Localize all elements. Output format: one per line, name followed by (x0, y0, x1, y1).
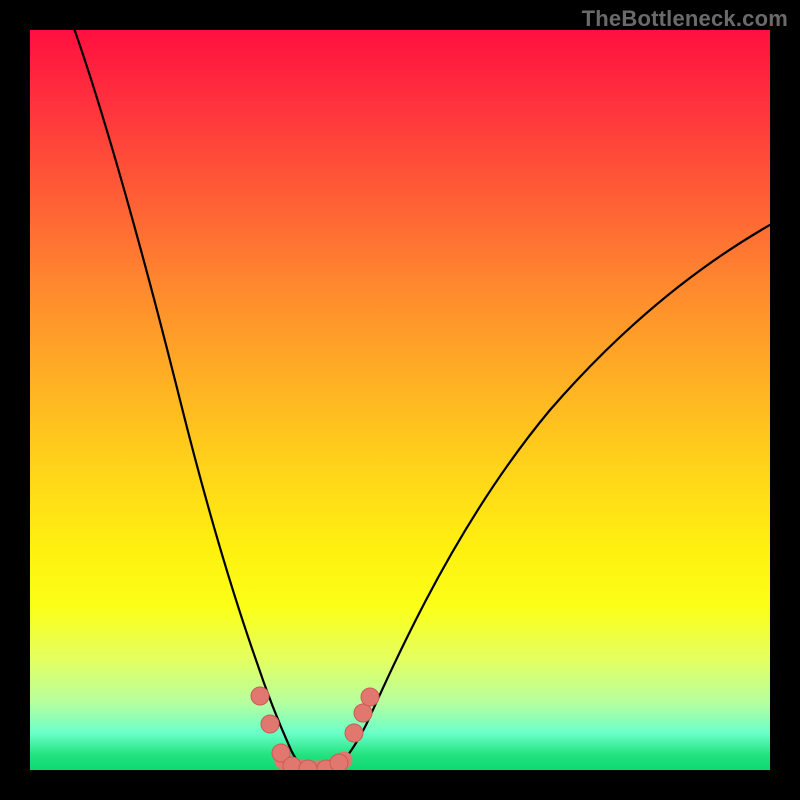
valley-marker (251, 687, 269, 705)
valley-marker (354, 704, 372, 722)
valley-marker (345, 724, 363, 742)
right-branch-path (330, 222, 770, 770)
valley-marker (261, 715, 279, 733)
valley-marker (361, 688, 379, 706)
chart-svg (30, 30, 770, 770)
valley-marker (330, 754, 348, 770)
left-branch-path (71, 30, 307, 770)
watermark-text: TheBottleneck.com (582, 6, 788, 32)
valley-marker (283, 757, 301, 770)
